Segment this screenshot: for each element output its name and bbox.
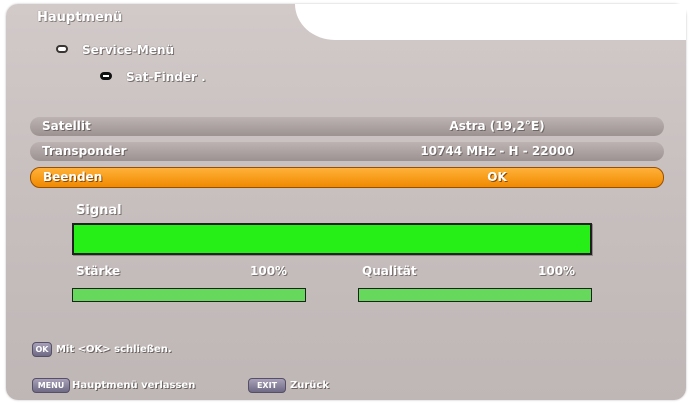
page-title: Hauptmenü xyxy=(37,10,123,25)
breadcrumb-label: Sat-Finder . xyxy=(126,70,206,84)
signal-bar xyxy=(72,223,592,255)
transponder-row[interactable]: Transponder 10744 MHz - H - 22000 xyxy=(30,142,664,161)
quality-bar xyxy=(358,288,592,302)
exit-value: OK xyxy=(487,170,507,184)
strength-value: 100% xyxy=(250,264,288,278)
breadcrumb-service-menu: Service-Menü xyxy=(56,43,174,57)
quality-label: Qualität xyxy=(362,264,417,278)
remote-filled-icon xyxy=(100,72,112,80)
quality-bar-fill xyxy=(359,289,591,301)
transponder-value: 10744 MHz - H - 22000 xyxy=(420,144,574,158)
remote-outline-icon xyxy=(56,45,68,53)
ok-hint: Mit <OK> schließen. xyxy=(56,344,172,355)
strength-bar xyxy=(72,288,306,302)
signal-title: Signal xyxy=(76,203,122,218)
menu-key-icon[interactable]: MENU xyxy=(32,378,70,393)
menu-hint: Hauptmenü verlassen xyxy=(72,380,196,391)
ok-key-icon[interactable]: OK xyxy=(32,342,52,357)
panel-tab-edge xyxy=(295,4,686,40)
satellite-value: Astra (19,2°E) xyxy=(449,119,545,133)
breadcrumb-label: Service-Menü xyxy=(82,43,175,57)
exit-row[interactable]: Beenden OK xyxy=(30,167,664,188)
quality-value: 100% xyxy=(538,264,576,278)
exit-hint: Zurück xyxy=(290,380,329,391)
exit-key-icon[interactable]: EXIT xyxy=(248,378,286,393)
strength-bar-fill xyxy=(73,289,305,301)
breadcrumb-sat-finder: Sat-Finder . xyxy=(100,70,206,84)
menu-panel xyxy=(6,4,686,400)
strength-label: Stärke xyxy=(76,264,121,278)
satellite-row[interactable]: Satellit Astra (19,2°E) xyxy=(30,117,664,136)
